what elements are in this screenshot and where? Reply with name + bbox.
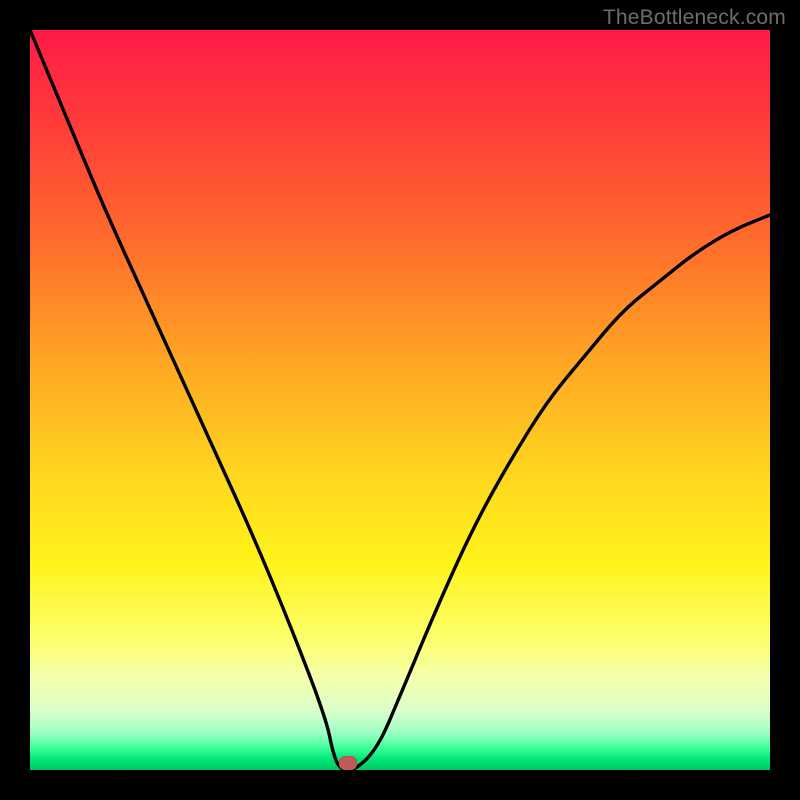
plot-area (30, 30, 770, 770)
curve-svg (30, 30, 770, 770)
chart-frame: TheBottleneck.com (0, 0, 800, 800)
watermark-text: TheBottleneck.com (603, 6, 786, 30)
bottleneck-curve (30, 30, 770, 770)
optimum-marker (339, 756, 357, 770)
